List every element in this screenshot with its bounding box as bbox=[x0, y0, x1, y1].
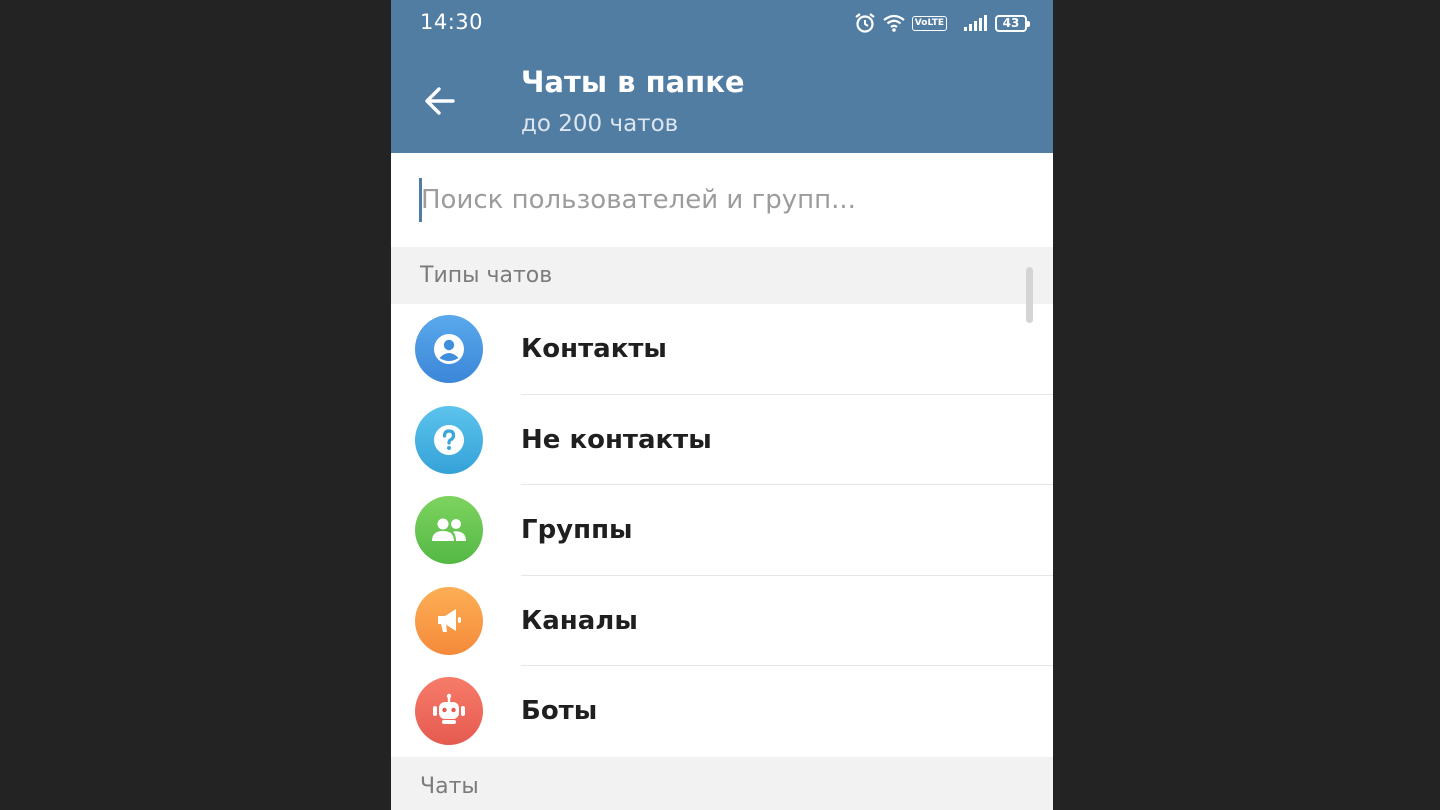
app-bar: Чаты в папке до 200 чатов bbox=[391, 50, 1053, 153]
chat-type-label: Группы bbox=[521, 515, 633, 545]
non-contacts-avatar bbox=[415, 405, 483, 474]
megaphone-icon bbox=[438, 608, 461, 632]
scrollbar-thumb[interactable] bbox=[1026, 267, 1033, 323]
section-header-chats: Чаты bbox=[391, 757, 1053, 810]
bots-avatar bbox=[415, 677, 483, 745]
back-button[interactable] bbox=[423, 84, 457, 118]
section-header-chat-types: Типы чатов bbox=[391, 247, 1053, 304]
chat-type-label: Каналы bbox=[521, 605, 638, 636]
status-time: 14:30 bbox=[420, 10, 484, 34]
page-title: Чаты в папке bbox=[521, 65, 745, 99]
signal-icon bbox=[964, 15, 987, 31]
contacts-avatar bbox=[415, 315, 483, 383]
search-bar bbox=[391, 153, 1053, 247]
wifi-icon bbox=[883, 14, 905, 32]
page-subtitle: до 200 чатов bbox=[521, 111, 679, 137]
bot-icon bbox=[433, 693, 465, 724]
battery-icon: 43 bbox=[995, 14, 1030, 32]
chat-type-label: Контакты bbox=[521, 334, 667, 364]
chat-type-groups[interactable]: Группы bbox=[391, 485, 1053, 576]
status-icons: VoLTE 43 bbox=[854, 11, 1030, 35]
group-icon bbox=[432, 518, 466, 541]
chat-type-contacts[interactable]: Контакты bbox=[391, 304, 1053, 395]
groups-avatar bbox=[415, 496, 483, 564]
arrow-left-icon bbox=[425, 87, 455, 115]
chat-type-channels[interactable]: Каналы bbox=[391, 575, 1053, 666]
alarm-icon bbox=[855, 13, 875, 33]
chat-type-non-contacts[interactable]: Не контакты bbox=[391, 394, 1053, 485]
phone-screen: 14:30 VoLTE 43 Чаты в папке до 200 чатов… bbox=[391, 0, 1053, 810]
chat-type-label: Боты bbox=[521, 696, 598, 726]
channels-avatar bbox=[415, 586, 483, 655]
chat-types-list: Контакты Не контакты Группы Каналы Боты bbox=[391, 304, 1053, 757]
chat-type-label: Не контакты bbox=[521, 424, 712, 455]
status-bar: 14:30 VoLTE 43 bbox=[391, 0, 1053, 50]
contact-icon bbox=[434, 334, 464, 364]
search-input[interactable] bbox=[421, 175, 1021, 225]
volte-badge: VoLTE bbox=[911, 15, 947, 31]
chat-type-bots[interactable]: Боты bbox=[391, 666, 1053, 757]
question-icon bbox=[434, 424, 464, 455]
